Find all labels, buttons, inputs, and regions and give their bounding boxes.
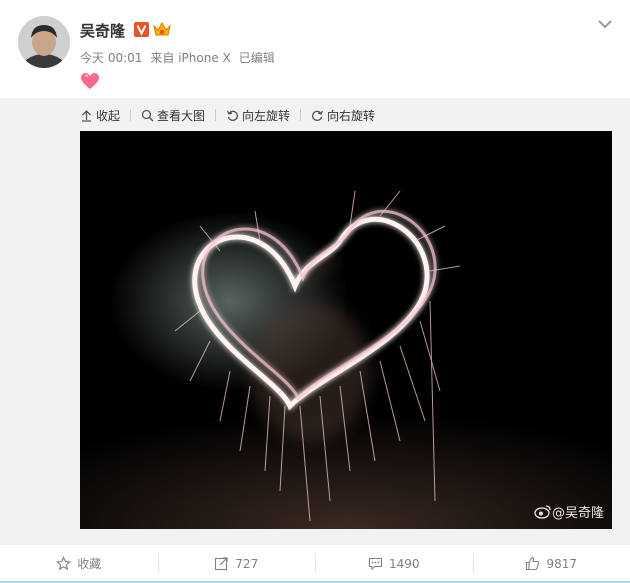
repost-count: 727 [235, 556, 259, 571]
rotate-right-label: 向右旋转 [327, 108, 376, 123]
favorite-button[interactable]: 收藏 [0, 545, 158, 582]
view-large-button[interactable]: 查看大图 [141, 104, 205, 126]
post-actions-bar: 收藏 727 1490 9817 [0, 544, 630, 582]
author-name[interactable]: 吴奇隆 [80, 20, 125, 41]
rotate-left-button[interactable]: 向左旋转 [226, 104, 290, 126]
collapse-label: 收起 [96, 108, 121, 123]
favorite-label: 收藏 [77, 557, 102, 571]
like-button[interactable]: 9817 [472, 545, 630, 582]
arrow-up-icon [82, 109, 91, 122]
comment-icon [368, 557, 383, 571]
chevron-down-icon[interactable] [596, 16, 614, 30]
star-icon [56, 556, 72, 571]
weibo-post-card: 吴奇隆 今天 00:01 来自 iPhone X 已编辑 收起 查看大图 向左旋… [0, 0, 630, 583]
avatar[interactable] [18, 16, 70, 68]
post-meta: 今天 00:01 来自 iPhone X 已编辑 [80, 49, 283, 66]
view-large-label: 查看大图 [157, 108, 206, 123]
edited-label[interactable]: 已编辑 [239, 51, 275, 65]
post-source: 来自 iPhone X [150, 51, 231, 65]
toolbar-divider [215, 109, 217, 121]
post-time[interactable]: 今天 00:01 [80, 51, 142, 65]
post-photo[interactable]: @吴奇隆 [80, 131, 612, 529]
comment-button[interactable]: 1490 [315, 545, 473, 582]
toolbar-divider [130, 109, 132, 121]
rotate-right-button[interactable]: 向右旋转 [311, 104, 375, 126]
weibo-logo-icon [534, 505, 551, 519]
rotate-right-icon [312, 110, 324, 121]
toolbar-divider [300, 109, 302, 121]
repost-button[interactable]: 727 [157, 545, 316, 582]
rotate-left-icon [226, 110, 238, 121]
media-toolbar: 收起 查看大图 向左旋转 向右旋转 [80, 104, 375, 126]
thumbs-up-icon [526, 556, 540, 571]
magnifier-icon [141, 109, 154, 121]
heart-emoji-icon [80, 72, 100, 90]
repost-icon [215, 557, 228, 571]
crown-icon[interactable] [152, 21, 172, 38]
like-count: 9817 [546, 556, 578, 571]
watermark-text: @吴奇隆 [551, 506, 604, 521]
photo-watermark: @吴奇隆 [534, 502, 604, 521]
collapse-button[interactable]: 收起 [80, 104, 120, 126]
comment-count: 1490 [388, 556, 420, 571]
post-header: 吴奇隆 今天 00:01 来自 iPhone X 已编辑 [0, 0, 630, 98]
rotate-left-label: 向左旋转 [242, 108, 291, 123]
verified-v-icon [134, 22, 149, 37]
